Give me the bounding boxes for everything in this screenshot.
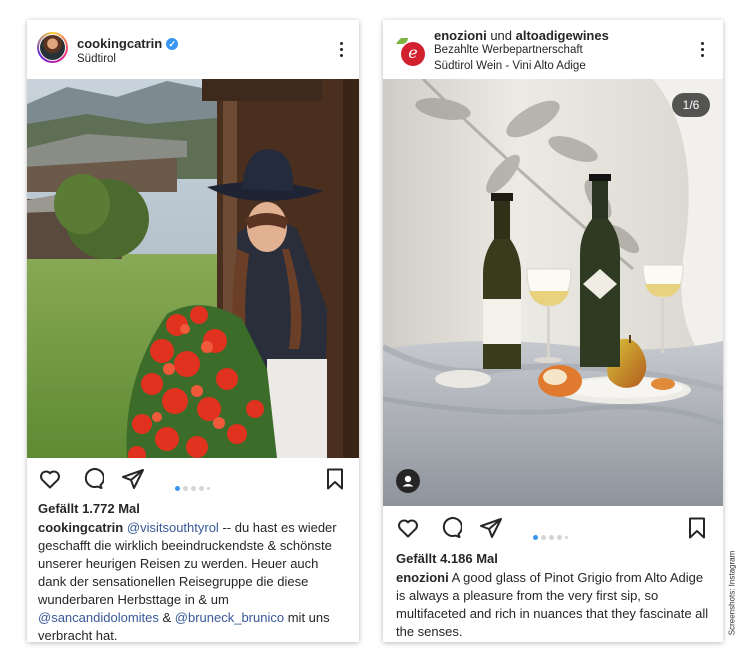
post-caption: cookingcatrin @visitsouthtyrol -- du has… xyxy=(38,519,350,645)
share-icon[interactable] xyxy=(121,467,145,491)
image-credit: Screenshots: Instagram xyxy=(727,550,737,636)
post-caption: enozioni A good glass of Pinot Grigio fr… xyxy=(396,569,714,641)
bookmark-icon[interactable] xyxy=(685,516,709,540)
post-header: cookingcatrin ✓ Südtirol xyxy=(27,20,359,79)
post-photo[interactable]: 1/6 xyxy=(383,79,723,506)
username[interactable]: altoadigewines xyxy=(516,28,609,43)
location[interactable]: Südtirol Wein - Vini Alto Adige xyxy=(434,60,586,72)
post-authors: enozioni und altoadigewines xyxy=(434,28,609,43)
mention-link[interactable]: @visitsouthtyrol xyxy=(127,520,219,535)
carousel-indicator xyxy=(175,478,213,491)
username[interactable]: enozioni xyxy=(434,28,487,43)
comment-icon[interactable] xyxy=(438,516,462,540)
caption-username[interactable]: enozioni xyxy=(396,570,449,585)
mention-link[interactable]: @sancandidolomites xyxy=(38,610,159,625)
user-tag-icon[interactable] xyxy=(396,469,420,493)
more-options-icon[interactable] xyxy=(699,42,705,60)
post-photo[interactable] xyxy=(27,79,359,458)
profile-avatar[interactable]: e xyxy=(394,35,428,69)
mention-link[interactable]: @bruneck_brunico xyxy=(175,610,284,625)
caption-text: & xyxy=(158,610,175,625)
profile-avatar[interactable] xyxy=(37,32,68,63)
post-header: e enozioni und altoadigewines Bezahlte W… xyxy=(383,20,723,79)
post-action-bar xyxy=(27,467,359,497)
post-action-bar xyxy=(383,516,723,546)
verified-badge-icon: ✓ xyxy=(166,38,179,50)
carousel-indicator xyxy=(533,527,571,540)
heart-icon[interactable] xyxy=(38,467,62,491)
username[interactable]: cookingcatrin ✓ xyxy=(77,36,179,51)
instagram-post-enozioni: e enozioni und altoadigewines Bezahlte W… xyxy=(383,20,723,642)
comment-icon[interactable] xyxy=(80,467,104,491)
heart-icon[interactable] xyxy=(396,516,420,540)
location[interactable]: Südtirol xyxy=(77,53,116,65)
likes-count[interactable]: Gefällt 1.772 Mal xyxy=(38,501,140,516)
share-icon[interactable] xyxy=(479,516,503,540)
caption-username[interactable]: cookingcatrin xyxy=(38,520,123,535)
carousel-counter: 1/6 xyxy=(672,93,710,117)
more-options-icon[interactable] xyxy=(338,42,344,60)
likes-count[interactable]: Gefällt 4.186 Mal xyxy=(396,551,498,566)
bookmark-icon[interactable] xyxy=(323,467,347,491)
paid-partnership-label[interactable]: Bezahlte Werbepartnerschaft xyxy=(434,44,583,56)
instagram-post-cookingcatrin: cookingcatrin ✓ Südtirol Gefällt 1.772 M… xyxy=(27,20,359,645)
